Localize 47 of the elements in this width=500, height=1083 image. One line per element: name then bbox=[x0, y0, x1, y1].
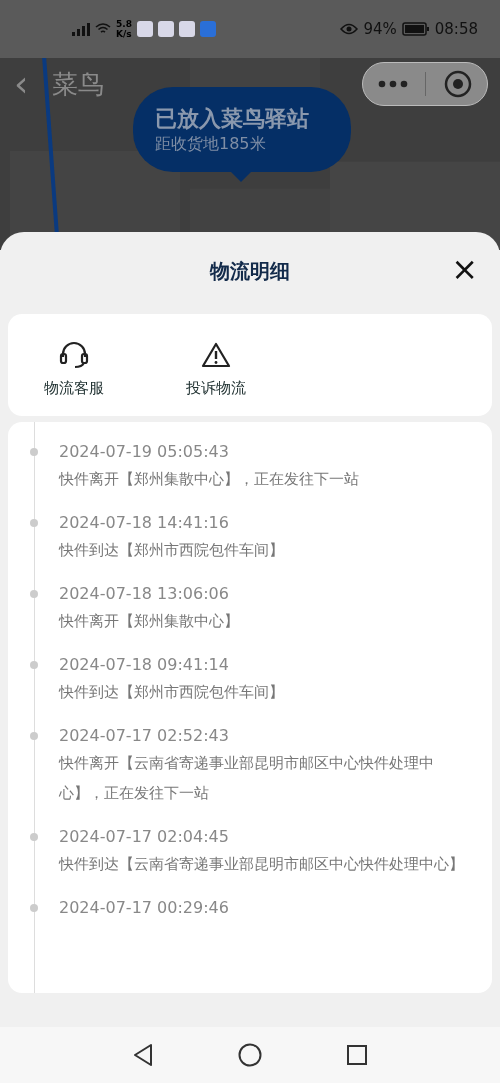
action-button[interactable]: 投诉物流 bbox=[186, 332, 246, 398]
event-time: 2024-07-18 09:41:14 bbox=[59, 654, 230, 676]
more-icon[interactable] bbox=[377, 80, 408, 88]
clock: 08:58 bbox=[434, 20, 478, 38]
close-button[interactable]: × bbox=[451, 252, 478, 286]
app-notification-icon bbox=[178, 21, 195, 37]
bubble-subtitle: 距收货地185米 bbox=[155, 134, 267, 155]
app-notification-icon bbox=[136, 21, 153, 37]
warning-icon bbox=[201, 340, 231, 369]
recents-icon[interactable] bbox=[346, 1044, 368, 1066]
home-icon[interactable] bbox=[238, 1043, 262, 1067]
weather-app-icon bbox=[199, 21, 216, 37]
event-description: 快件离开【郑州集散中心】 bbox=[59, 611, 240, 632]
close-target-icon[interactable] bbox=[444, 70, 473, 98]
event-time: 2024-07-17 02:04:45 bbox=[59, 826, 230, 848]
event-time: 2024-07-17 00:29:46 bbox=[59, 897, 230, 919]
app-notification-icon bbox=[157, 21, 174, 37]
event-description: 快件到达【郑州市西院包件车间】 bbox=[59, 540, 285, 561]
timeline-dot bbox=[30, 904, 38, 912]
event-time: 2024-07-18 14:41:16 bbox=[59, 512, 230, 534]
event-time: 2024-07-19 05:05:43 bbox=[59, 441, 230, 463]
wifi-icon bbox=[95, 23, 111, 35]
signal-icon bbox=[72, 22, 90, 36]
timeline-dot bbox=[30, 519, 38, 527]
speed-unit: K/s bbox=[116, 29, 132, 39]
event-description: 快件到达【云南省寄递事业部昆明市邮区中心快件处理中心】 bbox=[59, 854, 465, 875]
event-description: 快件离开【郑州集散中心】，正在发往下一站 bbox=[59, 469, 360, 490]
event-time: 2024-07-17 02:52:43 bbox=[59, 725, 230, 747]
network-speed: 5.8 bbox=[116, 19, 132, 29]
timeline-dot bbox=[30, 833, 38, 841]
timeline-dot bbox=[30, 448, 38, 456]
back-icon[interactable] bbox=[132, 1043, 154, 1067]
headset-icon bbox=[58, 340, 90, 369]
page-title: 菜鸟 bbox=[52, 67, 105, 101]
timeline-dot bbox=[30, 661, 38, 669]
battery-percent: 94% bbox=[363, 20, 397, 38]
bubble-title: 已放入菜鸟驿站 bbox=[155, 105, 310, 133]
event-time: 2024-07-18 13:06:06 bbox=[59, 583, 230, 605]
eye-icon bbox=[340, 23, 359, 35]
timeline-dot bbox=[30, 732, 38, 740]
event-description: 快件到达【郑州市西院包件车间】 bbox=[59, 682, 285, 703]
battery-icon bbox=[401, 22, 430, 36]
sheet-title: 物流明细 bbox=[210, 257, 290, 285]
timeline-dot bbox=[30, 590, 38, 598]
event-description: 快件离开【云南省寄递事业部昆明市邮区中心快件处理中心】，正在发往下一站 bbox=[59, 753, 435, 804]
capsule-menu[interactable] bbox=[362, 62, 488, 106]
action-button[interactable]: 物流客服 bbox=[44, 332, 104, 398]
